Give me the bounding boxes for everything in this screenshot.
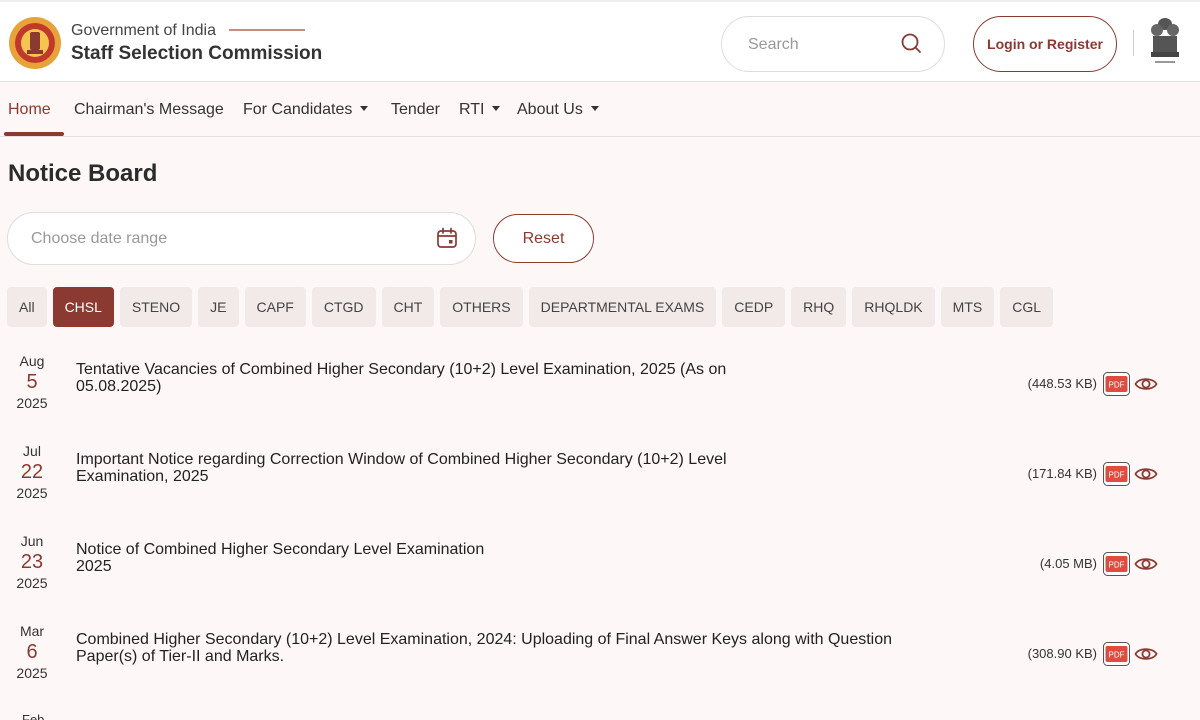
notice-month: Jul — [23, 443, 41, 459]
org-line: Government of India — [71, 22, 216, 39]
chevron-down-icon — [492, 106, 501, 111]
tab-cgl[interactable]: CGL — [1000, 287, 1054, 327]
tab-capf[interactable]: CAPF — [244, 287, 306, 327]
notice-month: Jun — [20, 533, 44, 549]
notice-item: Jul 22 2025 Important Notice regarding C… — [0, 430, 1200, 520]
nav-chairmans-message[interactable]: Chairman's Message — [74, 82, 224, 137]
notice-year: 2025 — [16, 575, 48, 591]
notice-item: Jun 23 2025 Notice of Combined Higher Se… — [0, 520, 1200, 610]
login-register-button[interactable]: Login or Register — [973, 16, 1117, 72]
main-nav: Home Chairman's Message For Candidates T… — [0, 82, 1200, 137]
notice-title[interactable]: Notice of Combined Higher Secondary Leve… — [76, 541, 936, 575]
eye-icon[interactable] — [1134, 463, 1158, 485]
notice-date: Jul 22 2025 — [0, 443, 64, 501]
chevron-down-icon — [590, 106, 599, 111]
notice-day: 5 — [26, 371, 38, 393]
chevron-down-icon — [360, 106, 369, 111]
site-header: Government of India Staff Selection Comm… — [0, 0, 1200, 82]
nav-about-us[interactable]: About Us — [517, 82, 599, 137]
notice-file-size: (171.84 KB) — [1027, 466, 1097, 481]
tab-mts[interactable]: MTS — [940, 287, 995, 327]
notice-day: 23 — [20, 551, 44, 573]
nav-active-indicator — [4, 132, 64, 136]
nav-home[interactable]: Home — [8, 82, 51, 137]
notice-file-size: (448.53 KB) — [1027, 376, 1097, 391]
org-name: Staff Selection Commission — [71, 43, 323, 64]
notice-day: 6 — [26, 641, 38, 663]
notice-month-peek: Feb — [22, 712, 45, 720]
tab-cedp[interactable]: CEDP — [722, 287, 786, 327]
notice-item: Aug 5 2025 Tentative Vacancies of Combin… — [0, 340, 1200, 430]
tab-ctgd[interactable]: CTGD — [311, 287, 376, 327]
notice-year: 2025 — [16, 485, 48, 501]
tab-all[interactable]: All — [7, 287, 47, 327]
svg-text:PDF: PDF — [1109, 561, 1125, 570]
svg-text:PDF: PDF — [1109, 381, 1125, 390]
notice-year: 2025 — [16, 665, 48, 681]
notice-file-size: (308.90 KB) — [1027, 646, 1097, 661]
pdf-icon[interactable]: PDF — [1103, 552, 1130, 576]
pdf-icon[interactable]: PDF — [1103, 642, 1130, 666]
svg-text:PDF: PDF — [1109, 471, 1125, 480]
notice-month: Aug — [19, 353, 45, 369]
svg-text:PDF: PDF — [1109, 651, 1125, 660]
tab-steno[interactable]: STENO — [119, 287, 193, 327]
national-emblem-icon — [1151, 18, 1179, 63]
tab-rhqldk[interactable]: RHQLDK — [852, 287, 935, 327]
tab-departmental-exams[interactable]: DEPARTMENTAL EXAMS — [528, 287, 717, 327]
notice-date: Mar 6 2025 — [0, 623, 64, 681]
search-icon[interactable] — [900, 32, 922, 54]
eye-icon[interactable] — [1134, 643, 1158, 665]
notice-date: Aug 5 2025 — [0, 353, 64, 411]
notice-title[interactable]: Important Notice regarding Correction Wi… — [76, 451, 936, 485]
date-range-field[interactable] — [7, 212, 476, 265]
nav-rti[interactable]: RTI — [459, 82, 501, 137]
tab-je[interactable]: JE — [198, 287, 239, 327]
notice-day: 22 — [20, 461, 44, 483]
notice-year: 2025 — [16, 395, 48, 411]
header-divider — [1133, 30, 1134, 56]
tab-chsl[interactable]: CHSL — [52, 287, 114, 327]
date-range-input[interactable] — [31, 228, 411, 250]
notice-date: Jun 23 2025 — [0, 533, 64, 591]
eye-icon[interactable] — [1134, 553, 1158, 575]
tab-cht[interactable]: CHT — [381, 287, 435, 327]
calendar-icon[interactable] — [436, 227, 458, 249]
notice-title[interactable]: Tentative Vacancies of Combined Higher S… — [76, 361, 936, 395]
notice-item: Mar 6 2025 Combined Higher Secondary (10… — [0, 610, 1200, 700]
notice-title[interactable]: Combined Higher Secondary (10+2) Level E… — [76, 631, 936, 665]
notice-month: Mar — [19, 623, 45, 639]
tab-rhq[interactable]: RHQ — [791, 287, 847, 327]
notice-list: Aug 5 2025 Tentative Vacancies of Combin… — [0, 340, 1200, 700]
reset-button[interactable]: Reset — [493, 214, 594, 263]
search-input[interactable] — [748, 33, 898, 57]
nav-tender[interactable]: Tender — [391, 82, 440, 137]
eye-icon[interactable] — [1134, 373, 1158, 395]
nav-for-candidates[interactable]: For Candidates — [243, 82, 369, 137]
brand-divider — [229, 29, 305, 31]
category-tabs: All CHSL STENO JE CAPF CTGD CHT OTHERS D… — [7, 287, 1054, 327]
pdf-icon[interactable]: PDF — [1103, 372, 1130, 396]
ssc-logo-icon[interactable] — [8, 16, 62, 70]
notice-file-size: (4.05 MB) — [1039, 556, 1097, 571]
tab-others[interactable]: OTHERS — [440, 287, 523, 327]
pdf-icon[interactable]: PDF — [1103, 462, 1130, 486]
page-title: Notice Board — [8, 160, 158, 187]
